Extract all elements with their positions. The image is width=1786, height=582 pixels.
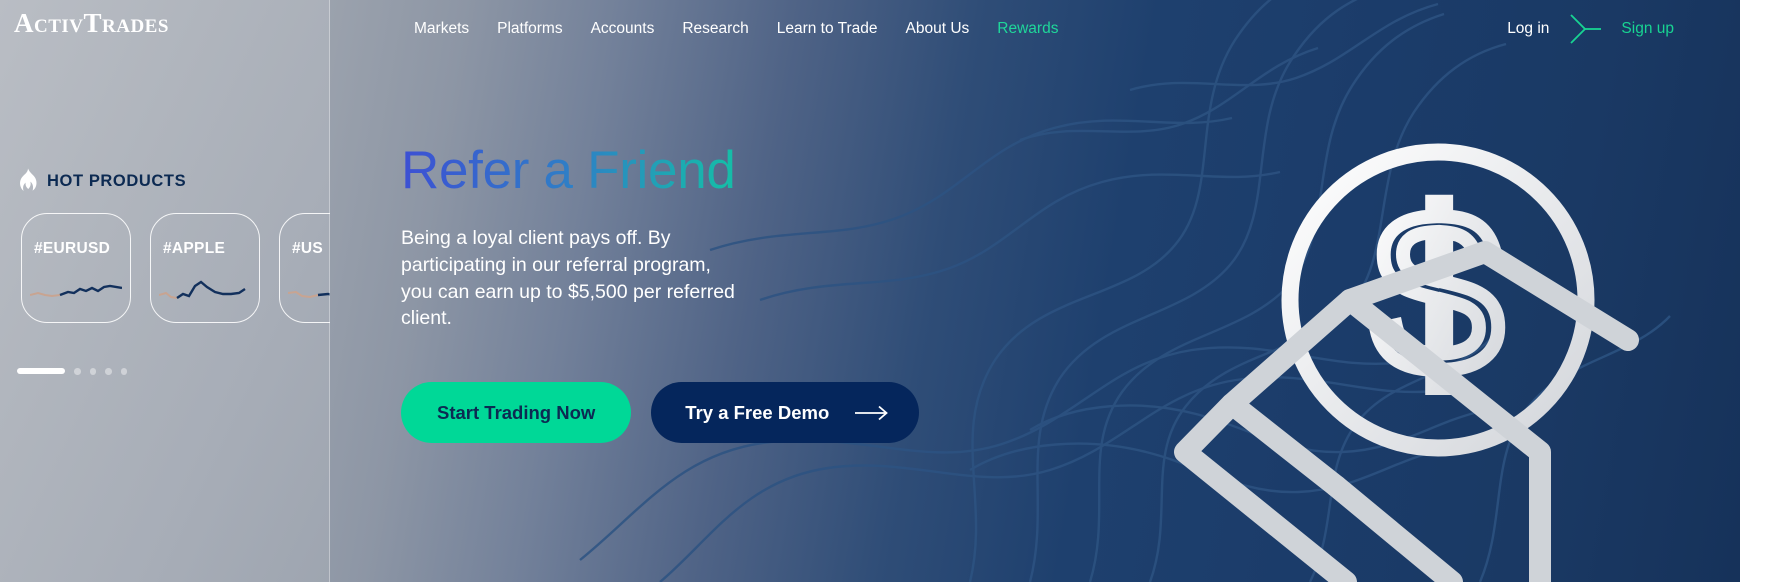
product-ticker: #EURUSD bbox=[34, 240, 111, 257]
product-card[interactable]: #US bbox=[279, 213, 330, 323]
product-card[interactable]: #EURUSD bbox=[21, 213, 131, 323]
nav-item-research[interactable]: Research bbox=[668, 16, 762, 42]
nav-auth-group: Log in Sign up bbox=[1507, 0, 1674, 58]
hero-banner: $ Markets Platforms Accounts Research Le… bbox=[330, 0, 1740, 582]
nav-item-markets[interactable]: Markets bbox=[400, 16, 483, 42]
product-ticker: #APPLE bbox=[163, 240, 226, 257]
page-right-gutter bbox=[1740, 0, 1786, 582]
carousel-dot[interactable] bbox=[120, 368, 127, 375]
hero-content: Refer a Friend Being a loyal client pays… bbox=[401, 142, 921, 444]
carousel-dot[interactable] bbox=[105, 368, 112, 375]
nav-item-about-us[interactable]: About Us bbox=[892, 16, 984, 42]
signup-link[interactable]: Sign up bbox=[1621, 20, 1674, 38]
page-title: Refer a Friend bbox=[401, 142, 921, 199]
main-navigation: Markets Platforms Accounts Research Lear… bbox=[330, 0, 1740, 58]
hot-products-header: HOT PRODUCTS bbox=[18, 168, 186, 194]
carousel-dot[interactable] bbox=[74, 368, 81, 375]
carousel-dot-active[interactable] bbox=[17, 368, 65, 375]
product-card[interactable]: #APPLE bbox=[150, 213, 260, 323]
brand-logo-text: ActivTrades bbox=[14, 8, 169, 38]
flame-icon bbox=[20, 168, 37, 191]
sparkline-chart-icon bbox=[30, 284, 122, 298]
sparkline-chart-icon bbox=[288, 290, 330, 299]
nav-links-group: Markets Platforms Accounts Research Lear… bbox=[400, 16, 1072, 42]
page-root: $ Markets Platforms Accounts Research Le… bbox=[0, 0, 1786, 582]
hot-products-sidebar: HOT PRODUCTS #EURUSD #APPLE #US bbox=[0, 0, 330, 582]
try-free-demo-button[interactable]: Try a Free Demo bbox=[651, 382, 920, 444]
brand-logo[interactable]: ActivTrades bbox=[14, 10, 169, 37]
product-ticker: #US bbox=[292, 240, 324, 257]
login-link[interactable]: Log in bbox=[1507, 20, 1549, 38]
carousel-pagination[interactable] bbox=[17, 368, 127, 375]
hero-description: Being a loyal client pays off. By partic… bbox=[401, 227, 735, 330]
nav-item-platforms[interactable]: Platforms bbox=[483, 16, 576, 42]
chevron-right-divider-icon bbox=[1570, 14, 1602, 44]
hot-products-title: HOT PRODUCTS bbox=[47, 171, 187, 190]
sparkline-chart-icon bbox=[159, 280, 246, 299]
nav-item-learn-to-trade[interactable]: Learn to Trade bbox=[763, 16, 892, 42]
nav-item-accounts[interactable]: Accounts bbox=[577, 16, 669, 42]
product-cards-carousel[interactable]: #EURUSD #APPLE #US bbox=[21, 213, 330, 323]
carousel-dot[interactable] bbox=[89, 368, 96, 375]
nav-item-rewards[interactable]: Rewards bbox=[983, 16, 1072, 42]
try-free-demo-label: Try a Free Demo bbox=[685, 401, 830, 423]
start-trading-button[interactable]: Start Trading Now bbox=[401, 382, 632, 444]
hero-cta-group: Start Trading Now Try a Free Demo bbox=[401, 382, 921, 444]
arrow-right-icon bbox=[855, 405, 889, 420]
